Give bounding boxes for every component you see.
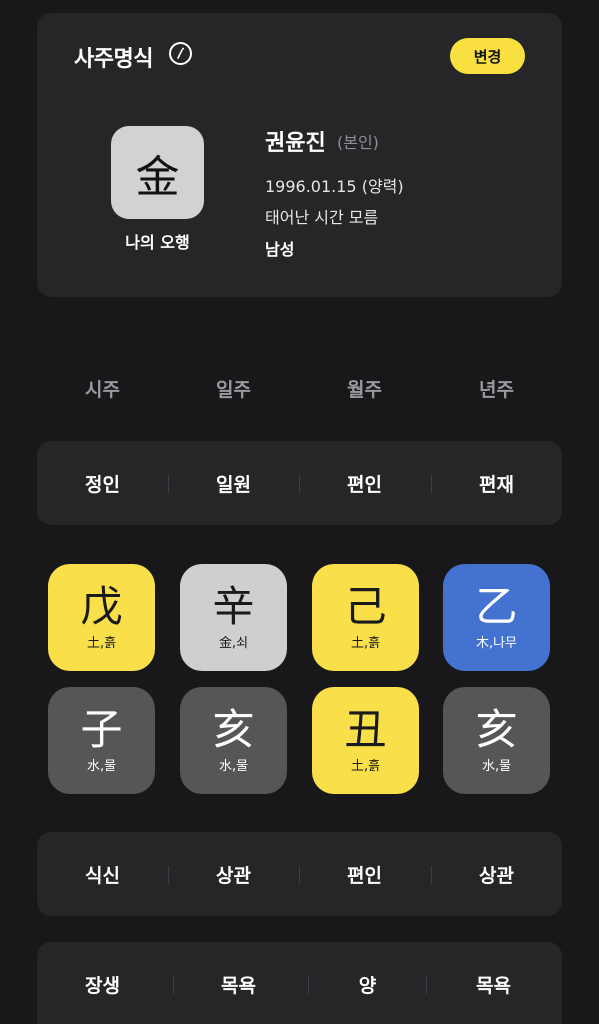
stem-element: 金,쇠 bbox=[218, 636, 249, 651]
column-header-month: 월주 bbox=[347, 379, 382, 401]
birth-date: 1996.01.15 (양력) bbox=[265, 177, 404, 196]
column-header-hour: 시주 bbox=[85, 379, 120, 401]
branch-tile-hour[interactable]: 子 水,물 bbox=[48, 687, 155, 794]
stem-ten-gods-row: 정인 일원 편인 편재 bbox=[37, 441, 562, 525]
profile-card: 사주명식 변경 金 나의 오행 권윤진 (본인) 1996.01.15 (양력)… bbox=[37, 13, 562, 297]
column-header-year: 년주 bbox=[479, 379, 514, 401]
my-element-label: 나의 오행 bbox=[125, 233, 190, 252]
info-glyph-icon bbox=[177, 47, 184, 59]
birth-time: 태어난 시간 모름 bbox=[265, 208, 379, 227]
branch-char: 亥 bbox=[212, 705, 255, 754]
twelve-stage: 목욕 bbox=[221, 974, 256, 997]
stem-ten-god: 편재 bbox=[479, 473, 514, 496]
branch-element: 土,흙 bbox=[350, 759, 381, 774]
stem-element: 木,나무 bbox=[475, 636, 518, 651]
saju-page: 사주명식 변경 金 나의 오행 권윤진 (본인) 1996.01.15 (양력)… bbox=[0, 0, 599, 1024]
twelve-stage: 양 bbox=[358, 974, 377, 997]
stem-tile-year[interactable]: 乙 木,나무 bbox=[443, 564, 550, 671]
column-header-day: 일주 bbox=[216, 379, 251, 401]
divider bbox=[426, 976, 427, 994]
twelve-stage: 장생 bbox=[85, 974, 120, 997]
change-button[interactable]: 변경 bbox=[450, 38, 525, 74]
stem-tile-day[interactable]: 辛 金,쇠 bbox=[180, 564, 287, 671]
stem-char: 己 bbox=[344, 582, 387, 631]
branch-ten-god: 상관 bbox=[479, 864, 514, 887]
stem-ten-god: 일원 bbox=[216, 473, 251, 496]
branch-char: 丑 bbox=[344, 705, 387, 754]
info-icon[interactable] bbox=[169, 42, 192, 65]
branch-ten-gods-row: 식신 상관 편인 상관 bbox=[37, 832, 562, 916]
branch-tile-month[interactable]: 丑 土,흙 bbox=[312, 687, 419, 794]
stem-tile-month[interactable]: 己 土,흙 bbox=[312, 564, 419, 671]
pillar-column-headers: 시주 일주 월주 년주 bbox=[37, 375, 562, 409]
person-name: 권윤진 bbox=[265, 131, 326, 156]
person-relation-tag: (본인) bbox=[337, 133, 379, 152]
stem-element: 土,흙 bbox=[350, 636, 381, 651]
branch-ten-god: 상관 bbox=[216, 864, 251, 887]
stem-ten-god: 정인 bbox=[85, 473, 120, 496]
branch-element: 水,물 bbox=[86, 759, 117, 774]
branch-char: 亥 bbox=[475, 705, 518, 754]
stem-char: 戊 bbox=[80, 582, 123, 631]
gender: 남성 bbox=[265, 240, 295, 259]
stem-tile-hour[interactable]: 戊 土,흙 bbox=[48, 564, 155, 671]
page-title: 사주명식 bbox=[74, 47, 153, 72]
branch-ten-god: 편인 bbox=[347, 864, 382, 887]
my-element-badge: 金 bbox=[111, 126, 204, 219]
branch-element: 水,물 bbox=[481, 759, 512, 774]
branch-char: 子 bbox=[80, 705, 123, 754]
stem-char: 乙 bbox=[475, 582, 518, 631]
stem-ten-god: 편인 bbox=[347, 473, 382, 496]
stem-char: 辛 bbox=[212, 582, 255, 631]
twelve-stage: 목욕 bbox=[476, 974, 511, 997]
stem-element: 土,흙 bbox=[86, 636, 117, 651]
branch-tile-year[interactable]: 亥 水,물 bbox=[443, 687, 550, 794]
twelve-stages-row: 장생 목욕 양 목욕 bbox=[37, 942, 562, 1024]
branch-element: 水,물 bbox=[218, 759, 249, 774]
branch-ten-god: 식신 bbox=[85, 864, 120, 887]
branch-tile-day[interactable]: 亥 水,물 bbox=[180, 687, 287, 794]
